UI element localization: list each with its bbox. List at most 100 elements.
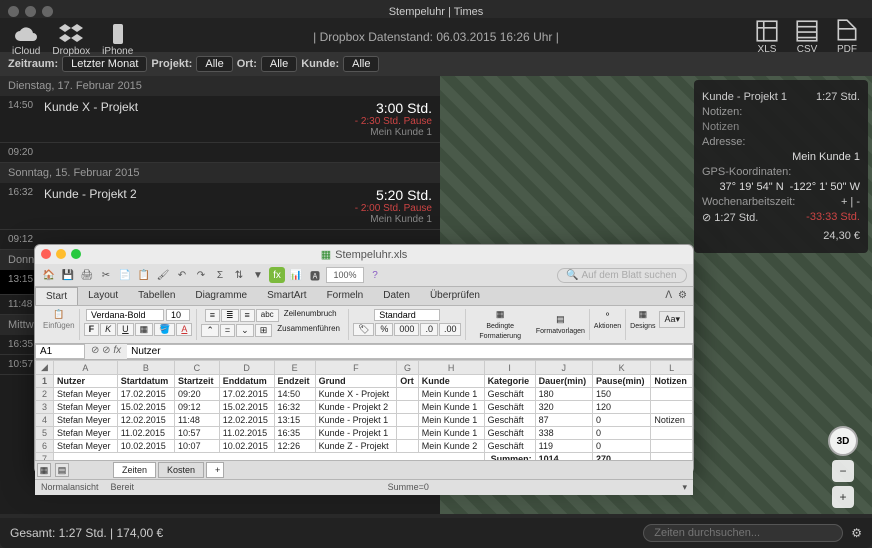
ribbon-tab-formeln[interactable]: Formeln <box>317 287 374 305</box>
formula-input[interactable] <box>127 344 693 359</box>
sort-icon[interactable]: ⇅ <box>231 267 247 283</box>
entry-row[interactable]: 14:50 Kunde X - Projekt 3:00 Std. - 2:30… <box>0 96 440 143</box>
fx-label[interactable]: ⊘ ⊘ fx <box>85 344 127 359</box>
header-cell[interactable]: Pause(min) <box>592 375 650 388</box>
data-cell[interactable]: 10:57 <box>175 427 220 440</box>
fx-icon[interactable]: fx <box>269 267 285 283</box>
number-format-select[interactable] <box>374 309 440 321</box>
wrap-button[interactable]: abc <box>256 309 279 322</box>
textbox-icon[interactable]: 🅰 <box>307 267 323 283</box>
map-zoom-in[interactable]: + <box>832 486 854 508</box>
sheet-add-button[interactable]: + <box>206 462 224 478</box>
col-header[interactable]: B <box>117 361 174 375</box>
data-cell[interactable]: Geschäft <box>484 427 535 440</box>
export-pdf[interactable]: PDF <box>834 18 860 55</box>
data-cell[interactable]: 338 <box>535 427 592 440</box>
sheet-tab-zeiten[interactable]: Zeiten <box>113 462 156 478</box>
col-header[interactable]: H <box>418 361 484 375</box>
header-cell[interactable]: Startzeit <box>175 375 220 388</box>
comma-button[interactable]: 000 <box>394 323 419 336</box>
header-cell[interactable]: Kunde <box>418 375 484 388</box>
save-icon[interactable]: 💾 <box>60 267 76 283</box>
data-cell[interactable] <box>397 401 419 414</box>
underline-button[interactable]: U <box>117 323 134 336</box>
sheet-tab-kosten[interactable]: Kosten <box>158 462 204 478</box>
data-cell[interactable]: 15.02.2015 <box>219 401 274 414</box>
data-cell[interactable]: 12:26 <box>274 440 315 453</box>
data-cell[interactable]: 10.02.2015 <box>117 440 174 453</box>
excel-close-icon[interactable] <box>41 249 51 259</box>
search-input[interactable] <box>643 524 843 542</box>
source-icloud[interactable]: iCloud <box>12 22 40 57</box>
filter-projekt[interactable]: Alle <box>196 56 232 72</box>
data-cell[interactable]: Kunde - Projekt 1 <box>315 414 397 427</box>
redo-icon[interactable]: ↷ <box>193 267 209 283</box>
data-cell[interactable] <box>397 427 419 440</box>
align-left-button[interactable]: ≡ <box>205 309 220 322</box>
data-cell[interactable]: Kunde - Projekt 2 <box>315 401 397 414</box>
header-cell[interactable]: Kategorie <box>484 375 535 388</box>
ribbon-tab-diagramme[interactable]: Diagramme <box>185 287 257 305</box>
data-cell[interactable]: 12.02.2015 <box>219 414 274 427</box>
data-cell[interactable]: 16:35 <box>274 427 315 440</box>
bold-button[interactable]: F <box>84 323 100 336</box>
col-header[interactable]: J <box>535 361 592 375</box>
data-cell[interactable]: Notizen <box>651 414 693 427</box>
paste-icon[interactable]: 📋 <box>136 267 152 283</box>
data-cell[interactable]: 120 <box>592 401 650 414</box>
data-cell[interactable]: Kunde X - Projekt <box>315 388 397 401</box>
header-cell[interactable]: Dauer(min) <box>535 375 592 388</box>
dec-dec-button[interactable]: .00 <box>439 323 462 336</box>
row-header[interactable]: 2 <box>36 388 54 401</box>
align-right-button[interactable]: ≡ <box>240 309 255 322</box>
percent-button[interactable]: % <box>375 323 393 336</box>
chart-icon[interactable]: 📊 <box>288 267 304 283</box>
data-cell[interactable]: 17.02.2015 <box>117 388 174 401</box>
merge-button[interactable]: ⊞ <box>255 324 273 337</box>
view-normal-icon[interactable]: ▦ <box>37 463 51 477</box>
row-header[interactable]: 3 <box>36 401 54 414</box>
filter-kunde[interactable]: Alle <box>343 56 379 72</box>
data-cell[interactable]: 11:48 <box>175 414 220 427</box>
entry-end-row[interactable]: 09:20 <box>0 143 440 163</box>
cond-format-icon[interactable]: ▦ <box>470 309 529 320</box>
data-cell[interactable]: Geschäft <box>484 401 535 414</box>
col-header[interactable]: F <box>315 361 397 375</box>
filter-icon[interactable]: ▼ <box>250 267 266 283</box>
data-cell[interactable] <box>651 427 693 440</box>
data-cell[interactable]: Stefan Meyer <box>54 440 118 453</box>
row-header[interactable]: 4 <box>36 414 54 427</box>
col-header[interactable]: K <box>592 361 650 375</box>
valign-mid[interactable]: = <box>220 324 235 337</box>
data-cell[interactable]: Geschäft <box>484 440 535 453</box>
data-cell[interactable]: 0 <box>592 440 650 453</box>
ribbon-tab-tabellen[interactable]: Tabellen <box>128 287 185 305</box>
map-3d-button[interactable]: 3D <box>828 426 858 456</box>
zoom-input[interactable] <box>326 267 364 283</box>
undo-icon[interactable]: ↶ <box>174 267 190 283</box>
col-header[interactable]: E <box>274 361 315 375</box>
paste-button[interactable]: 📋 <box>53 309 64 320</box>
filter-zeitraum[interactable]: Letzter Monat <box>62 56 147 72</box>
data-cell[interactable]: 12.02.2015 <box>117 414 174 427</box>
zoom-icon[interactable] <box>42 6 53 17</box>
help-icon[interactable]: ? <box>367 267 383 283</box>
data-cell[interactable]: Geschäft <box>484 388 535 401</box>
data-cell[interactable]: 17.02.2015 <box>219 388 274 401</box>
cut-icon[interactable]: ✂ <box>98 267 114 283</box>
ribbon-tab-daten[interactable]: Daten <box>373 287 420 305</box>
data-cell[interactable]: 13:15 <box>274 414 315 427</box>
data-cell[interactable]: 180 <box>535 388 592 401</box>
col-header[interactable]: D <box>219 361 274 375</box>
data-cell[interactable]: 320 <box>535 401 592 414</box>
data-cell[interactable]: 0 <box>592 414 650 427</box>
cell-reference[interactable] <box>35 344 85 359</box>
week-toggle[interactable]: + | - <box>841 196 860 208</box>
entry-row[interactable]: 16:32 Kunde - Projekt 2 5:20 Std. - 2:00… <box>0 183 440 230</box>
close-icon[interactable] <box>8 6 19 17</box>
data-cell[interactable]: Stefan Meyer <box>54 427 118 440</box>
data-cell[interactable]: Mein Kunde 1 <box>418 401 484 414</box>
data-cell[interactable]: Mein Kunde 1 <box>418 414 484 427</box>
export-csv[interactable]: CSV <box>794 18 820 55</box>
valign-bot[interactable]: ⌄ <box>236 324 254 337</box>
